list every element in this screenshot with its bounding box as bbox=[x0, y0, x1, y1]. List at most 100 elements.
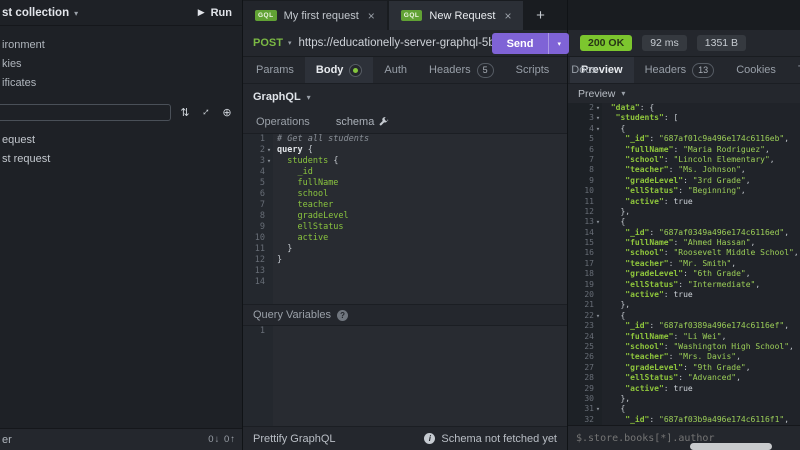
code-text: "data": { bbox=[602, 103, 654, 113]
gutter: 12 bbox=[243, 255, 273, 266]
horizontal-scrollbar-thumb[interactable] bbox=[690, 443, 772, 450]
gutter: 3 ▾ bbox=[568, 113, 602, 123]
close-icon[interactable]: × bbox=[368, 9, 375, 23]
chevron-down-icon: ▾ bbox=[621, 89, 626, 98]
fold-caret-icon[interactable]: ▾ bbox=[594, 113, 602, 123]
request-tab[interactable]: Docs bbox=[560, 57, 607, 83]
request-tab[interactable]: Body bbox=[304, 57, 374, 83]
gutter: 11 bbox=[568, 197, 602, 207]
sidebar-request-item[interactable]: st request bbox=[0, 150, 242, 169]
send-button[interactable]: Send ▾ bbox=[491, 33, 569, 54]
new-tab-button[interactable]: + bbox=[525, 1, 555, 30]
response-filter-bar bbox=[568, 425, 800, 450]
response-tab[interactable]: Tests0 / 0 bbox=[787, 57, 800, 83]
punct-token: , bbox=[731, 258, 737, 268]
fold-caret-icon[interactable]: ▾ bbox=[265, 156, 273, 167]
punct-token: : bbox=[678, 279, 684, 289]
punct-token: : bbox=[668, 165, 674, 175]
sidebar-filter-input[interactable] bbox=[0, 103, 171, 121]
fold-caret-icon[interactable]: ▾ bbox=[594, 404, 602, 414]
gutter: 10 bbox=[243, 233, 273, 244]
code-text: "ellStatus": "Intermediate", bbox=[602, 280, 760, 290]
json-string-token: "Ms. Johnson" bbox=[678, 165, 741, 175]
prettify-button[interactable]: Prettify GraphQL bbox=[253, 433, 336, 445]
code-line: 9 "gradeLevel": "3rd Grade", bbox=[568, 176, 800, 186]
request-tab[interactable]: Scripts bbox=[505, 57, 561, 83]
send-label[interactable]: Send bbox=[492, 38, 549, 50]
collection-selector[interactable]: st collection ▾ bbox=[2, 7, 78, 19]
sidebar-item[interactable]: ironment bbox=[0, 36, 242, 55]
punct-token: : bbox=[683, 269, 688, 279]
play-icon: ▶ bbox=[197, 7, 205, 17]
sidebar-item[interactable]: kies bbox=[0, 55, 242, 74]
field-token: _id bbox=[297, 167, 313, 177]
request-tab[interactable]: Params bbox=[245, 57, 305, 83]
help-icon[interactable]: ? bbox=[337, 309, 349, 321]
line-number: 30 bbox=[584, 393, 594, 403]
graphql-query-editor[interactable]: 1 # Get all students 2 ▾ query {3 ▾ students … bbox=[243, 134, 567, 304]
fold-caret-icon[interactable]: ▾ bbox=[594, 217, 602, 227]
sort-counters[interactable]: 0↓ 0↑ bbox=[208, 434, 236, 445]
code-text: { bbox=[602, 311, 625, 321]
body-type-selector[interactable]: GraphQL ▾ bbox=[243, 84, 567, 110]
fold-caret-icon[interactable]: ▾ bbox=[594, 311, 602, 321]
response-tab[interactable]: Headers 13 bbox=[634, 57, 726, 83]
punct-token: , bbox=[625, 206, 631, 216]
request-tab[interactable]: Headers 5 bbox=[418, 57, 505, 83]
json-bool-token: true bbox=[673, 383, 693, 393]
field-token: fullName bbox=[297, 178, 339, 188]
punct-token: , bbox=[721, 331, 727, 341]
punct-token: , bbox=[740, 186, 746, 196]
response-body-viewer[interactable]: 2 ▾ "data": {3 ▾ "students": [4 ▾ {5 "_id":… bbox=[568, 103, 800, 425]
workspace-tab[interactable]: GQL New Request × bbox=[388, 1, 524, 30]
punct-token: : bbox=[673, 144, 679, 154]
request-pane: GQL My first request × GQL New Request × + POS… bbox=[243, 0, 596, 450]
code-line: 5 "_id": "687af01c9a496e174c6116eb", bbox=[568, 134, 800, 144]
add-request-icon[interactable]: ⊕ bbox=[220, 106, 234, 119]
tab-label: Scripts bbox=[515, 64, 550, 76]
preview-mode-selector[interactable]: Preview ▾ bbox=[568, 84, 800, 103]
code-line: 26 "teacher": "Mrs. Davis", bbox=[568, 352, 800, 362]
request-tabs: Params Body Auth Headers 5 Scripts Docs bbox=[243, 57, 596, 84]
operations-label[interactable]: Operations bbox=[256, 116, 310, 128]
expand-collapse-icon[interactable]: ↕ bbox=[197, 103, 215, 121]
sidebar-request-item[interactable]: equest bbox=[0, 131, 242, 150]
punct-token: : bbox=[673, 238, 679, 248]
gutter: 3 ▾ bbox=[243, 156, 273, 167]
workspace-tab[interactable]: GQL My first request × bbox=[243, 1, 387, 30]
json-key-token: "teacher" bbox=[625, 258, 669, 268]
send-options-icon[interactable]: ▾ bbox=[548, 33, 569, 54]
gutter: 1 bbox=[243, 134, 273, 145]
response-filter-input[interactable] bbox=[576, 432, 744, 444]
line-number: 16 bbox=[584, 248, 594, 258]
schema-menu[interactable]: schema bbox=[336, 116, 390, 128]
sidebar-item[interactable]: ificates bbox=[0, 74, 242, 93]
json-string-token: "6th Grade" bbox=[692, 269, 746, 279]
run-button[interactable]: ▶ Run bbox=[198, 7, 232, 19]
method-label[interactable]: POST bbox=[253, 37, 283, 49]
sort-icon[interactable]: ⇅ bbox=[178, 106, 192, 119]
fold-caret-icon[interactable]: ▾ bbox=[594, 103, 602, 113]
code-text: query { bbox=[273, 145, 313, 156]
code-line: 3 ▾ students { bbox=[243, 156, 567, 167]
json-key-token: "gradeLevel" bbox=[625, 269, 684, 279]
schema-status-label: Schema not fetched yet bbox=[441, 432, 557, 445]
punct-token: : bbox=[649, 321, 655, 331]
fold-caret-icon[interactable]: ▾ bbox=[265, 145, 273, 156]
response-tab[interactable]: Cookies bbox=[725, 57, 787, 83]
punct-token: : bbox=[649, 227, 655, 237]
request-tab[interactable]: Auth bbox=[373, 57, 418, 83]
method-dropdown-icon[interactable]: ▾ bbox=[288, 39, 292, 47]
line-number: 26 bbox=[584, 352, 594, 362]
chevron-down-icon: ▾ bbox=[306, 92, 311, 102]
close-icon[interactable]: × bbox=[504, 9, 511, 23]
collection-name: st collection bbox=[2, 6, 70, 19]
fold-caret-icon[interactable]: ▾ bbox=[594, 124, 602, 134]
line-number: 31 bbox=[584, 404, 594, 414]
query-variables-editor[interactable]: 1 bbox=[243, 326, 567, 426]
